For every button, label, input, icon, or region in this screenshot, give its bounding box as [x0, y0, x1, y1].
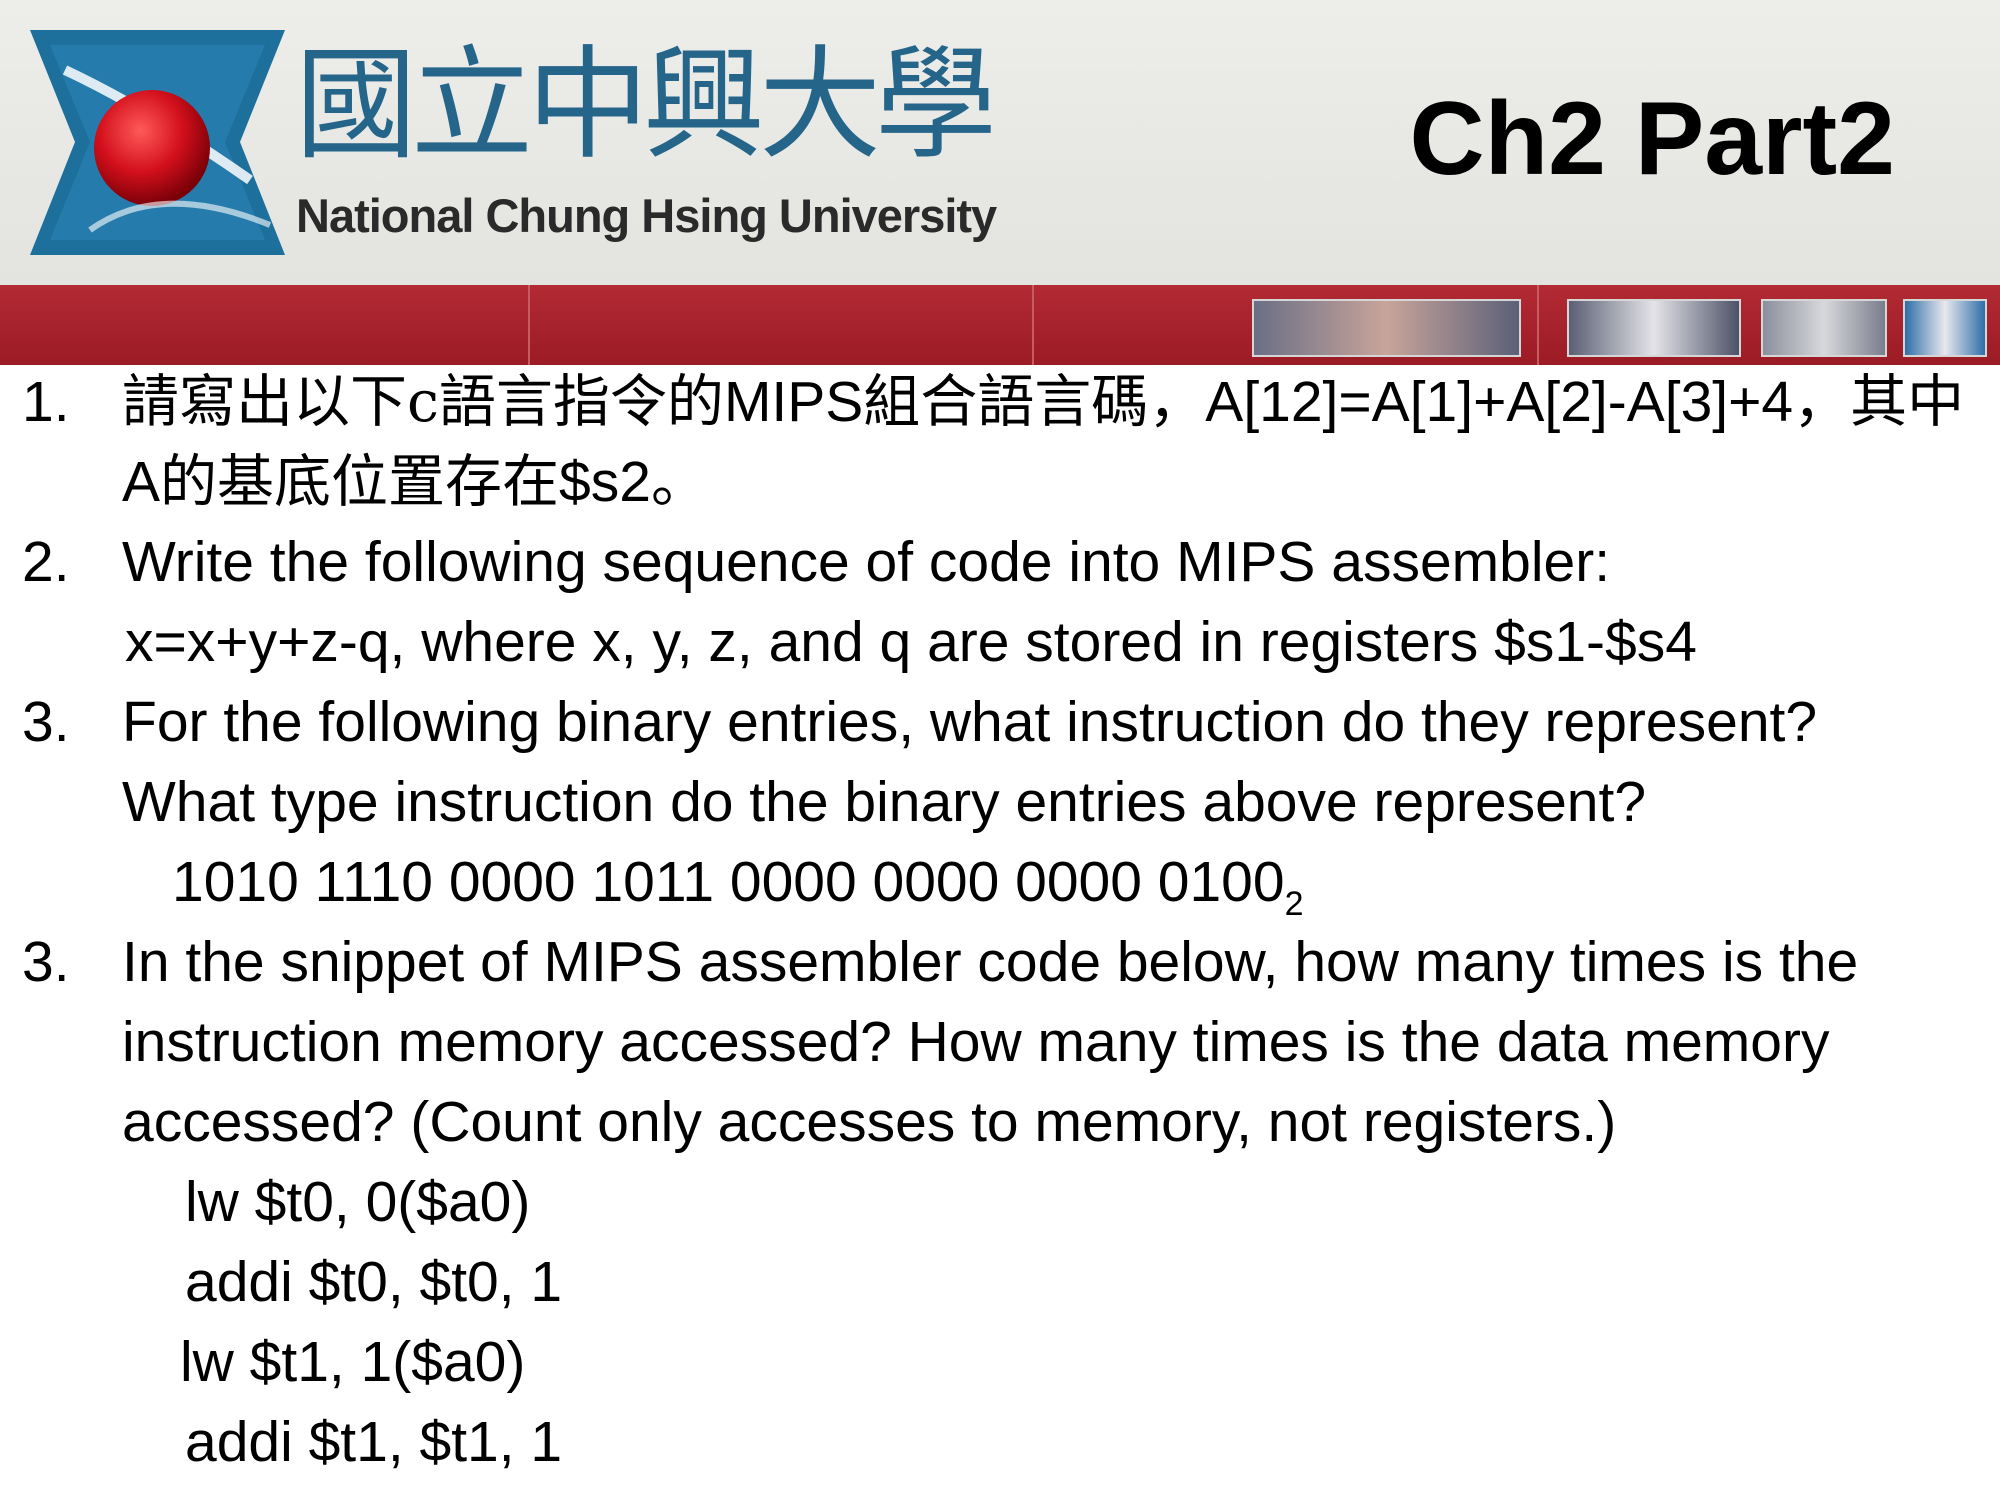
band-divider	[528, 285, 530, 365]
question-text: In the snippet of MIPS assembler code be…	[122, 930, 1859, 1154]
photo-thumbnail	[1761, 299, 1887, 357]
question-text: A	[122, 450, 161, 514]
question-text: 的基底位置存在	[160, 449, 560, 515]
question-number: 3.	[22, 690, 70, 754]
question-list: 1. 請寫出以下c語言指令的MIPS組合語言碼，A[12]=A[1]+A[2]-…	[0, 362, 2000, 1500]
question-text: 請寫出以下c語言指令的	[122, 369, 724, 435]
slide-title: Ch2 Part2	[1409, 81, 1895, 197]
photo-thumbnail	[1567, 299, 1741, 357]
question-number: 1.	[22, 370, 70, 434]
band-divider	[1537, 285, 1539, 365]
binary-value: 1010 1110 0000 1011 0000 0000 0000 0100	[172, 850, 1285, 914]
photo-thumbnail	[1252, 299, 1521, 357]
university-name-en: National Chung Hsing University	[296, 189, 997, 242]
question-text: For the following binary entries, what i…	[122, 690, 1818, 754]
university-emblem-icon	[30, 30, 285, 255]
question-text: 組合語言碼，	[863, 369, 1206, 435]
question-text: x=x+y+z-q, where x, y, z, and q are stor…	[125, 610, 1697, 674]
question-text: Write the following sequence of code int…	[122, 530, 1611, 594]
question-number: 3.	[22, 930, 70, 994]
header-band	[0, 285, 2000, 365]
code-line: addi $t1, $t1, 1	[185, 1410, 563, 1474]
code-line: lw $t0, 0($a0)	[185, 1170, 531, 1234]
university-name-cn: 國立中興大學	[295, 34, 995, 176]
question-2: 2. Write the following sequence of code …	[0, 522, 2000, 682]
question-text: What type instruction do the binary entr…	[122, 770, 1647, 834]
question-text: 。	[650, 449, 708, 515]
question-text: $s2	[559, 450, 651, 514]
question-text: MIPS	[723, 370, 864, 434]
question-number: 2.	[22, 530, 70, 594]
question-3: 3. For the following binary entries, wha…	[0, 682, 2000, 922]
photo-thumbnail	[1903, 299, 1987, 357]
code-line: addi $t0, $t0, 1	[185, 1250, 563, 1314]
question-text: ，其中	[1793, 369, 1965, 435]
binary-entry: 1010 1110 0000 1011 0000 0000 0000 01002	[122, 842, 2000, 922]
binary-base: 2	[1284, 885, 1304, 923]
question-4: 3. In the snippet of MIPS assembler code…	[0, 922, 2000, 1482]
question-text: A[12]=A[1]+A[2]-A[3]+4	[1205, 370, 1794, 434]
band-divider	[1032, 285, 1034, 365]
question-1: 1. 請寫出以下c語言指令的MIPS組合語言碼，A[12]=A[1]+A[2]-…	[0, 362, 2000, 522]
slide-header: 國立中興大學 National Chung Hsing University C…	[0, 0, 2000, 285]
code-line: lw $t1, 1($a0)	[180, 1330, 526, 1394]
